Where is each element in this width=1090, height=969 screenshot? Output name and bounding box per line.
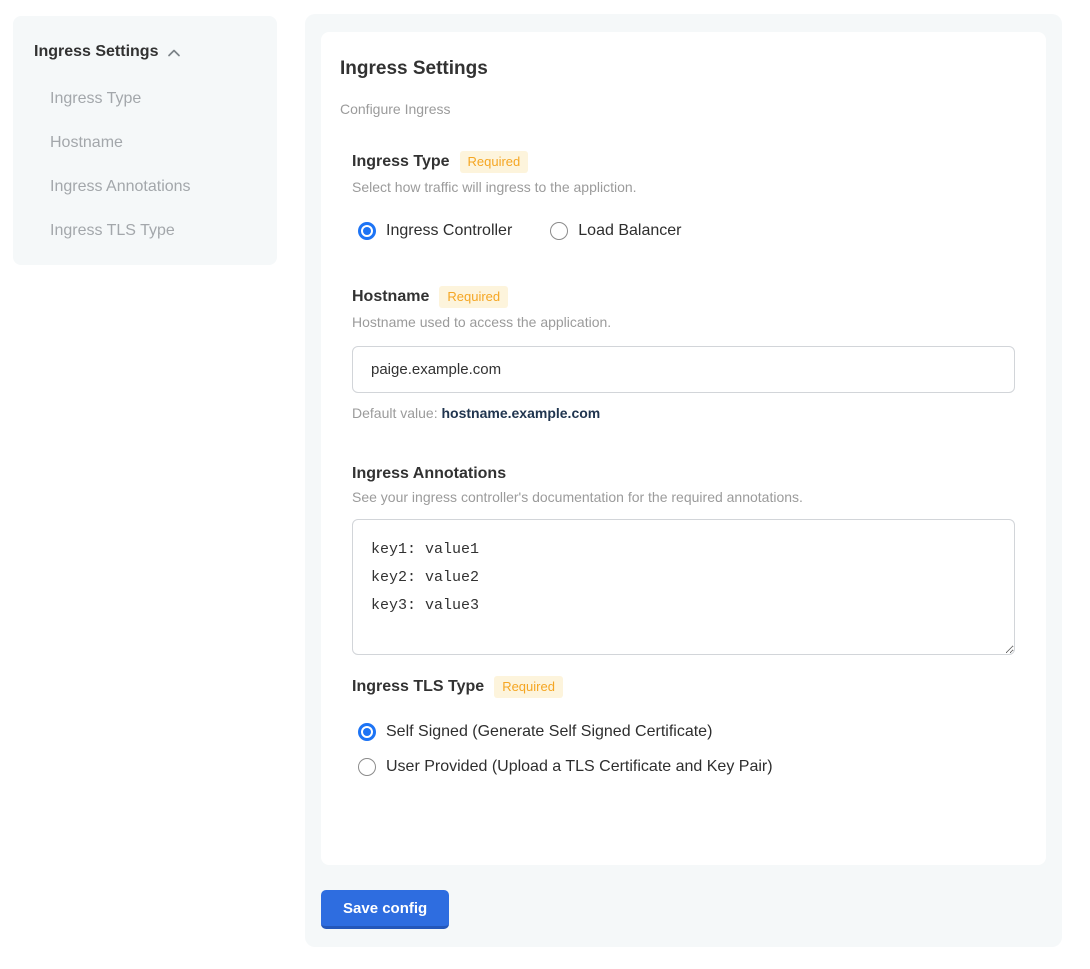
section-ingress-annotations: Ingress Annotations See your ingress con… bbox=[352, 465, 1015, 655]
radio-option-label: User Provided (Upload a TLS Certificate … bbox=[386, 758, 773, 776]
radio-option-self-signed[interactable]: Self Signed (Generate Self Signed Certif… bbox=[358, 723, 1015, 741]
sidebar-item-list: Ingress Type Hostname Ingress Annotation… bbox=[50, 90, 257, 240]
radio-option-user-provided[interactable]: User Provided (Upload a TLS Certificate … bbox=[358, 758, 1015, 776]
radio-icon[interactable] bbox=[550, 222, 568, 240]
sidebar-item-ingress-tls-type[interactable]: Ingress TLS Type bbox=[50, 222, 257, 240]
section-help-text: Hostname used to access the application. bbox=[352, 314, 1015, 330]
config-nav-sidebar: Ingress Settings Ingress Type Hostname I… bbox=[13, 16, 277, 265]
radio-icon[interactable] bbox=[358, 723, 376, 741]
sidebar-item-ingress-type[interactable]: Ingress Type bbox=[50, 90, 257, 108]
section-heading: Hostname bbox=[352, 288, 429, 306]
section-heading: Ingress Type bbox=[352, 153, 450, 171]
page-title: Ingress Settings bbox=[340, 58, 1015, 80]
hostname-input[interactable] bbox=[352, 346, 1015, 393]
hostname-default-value-line: Default value: hostname.example.com bbox=[352, 405, 1015, 421]
sidebar-group-ingress-settings[interactable]: Ingress Settings bbox=[34, 43, 257, 61]
chevron-up-icon bbox=[166, 45, 182, 61]
section-help-text: Select how traffic will ingress to the a… bbox=[352, 179, 1015, 195]
config-main-panel: Ingress Settings Configure Ingress Ingre… bbox=[305, 14, 1062, 947]
default-value-label: Default value: bbox=[352, 405, 438, 421]
sidebar-item-ingress-annotations[interactable]: Ingress Annotations bbox=[50, 178, 257, 196]
section-heading: Ingress Annotations bbox=[352, 465, 506, 483]
required-badge: Required bbox=[439, 286, 508, 308]
radio-option-label: Self Signed (Generate Self Signed Certif… bbox=[386, 723, 712, 741]
radio-icon[interactable] bbox=[358, 758, 376, 776]
sidebar-item-hostname[interactable]: Hostname bbox=[50, 134, 257, 152]
radio-icon[interactable] bbox=[358, 222, 376, 240]
required-badge: Required bbox=[460, 151, 529, 173]
required-badge: Required bbox=[494, 676, 563, 698]
section-heading: Ingress TLS Type bbox=[352, 678, 484, 696]
section-hostname: Hostname Required Hostname used to acces… bbox=[352, 286, 1015, 421]
default-value-text: hostname.example.com bbox=[442, 405, 601, 421]
section-ingress-type: Ingress Type Required Select how traffic… bbox=[352, 151, 1015, 240]
section-ingress-tls-type: Ingress TLS Type Required Self Signed (G… bbox=[352, 676, 1015, 776]
save-config-button[interactable]: Save config bbox=[321, 890, 449, 929]
ingress-type-radio-group: Ingress Controller Load Balancer bbox=[352, 222, 1015, 240]
ingress-tls-type-radio-group: Self Signed (Generate Self Signed Certif… bbox=[352, 723, 1015, 776]
radio-option-label: Load Balancer bbox=[578, 222, 681, 240]
sidebar-group-label: Ingress Settings bbox=[34, 43, 158, 61]
section-help-text: See your ingress controller's documentat… bbox=[352, 489, 1015, 505]
radio-option-label: Ingress Controller bbox=[386, 222, 512, 240]
ingress-annotations-textarea[interactable]: key1: value1 key2: value2 key3: value3 bbox=[352, 519, 1015, 655]
ingress-settings-card: Ingress Settings Configure Ingress Ingre… bbox=[321, 32, 1046, 865]
radio-option-ingress-controller[interactable]: Ingress Controller bbox=[358, 222, 512, 240]
radio-option-load-balancer[interactable]: Load Balancer bbox=[550, 222, 681, 240]
page-subtitle: Configure Ingress bbox=[340, 101, 1015, 117]
